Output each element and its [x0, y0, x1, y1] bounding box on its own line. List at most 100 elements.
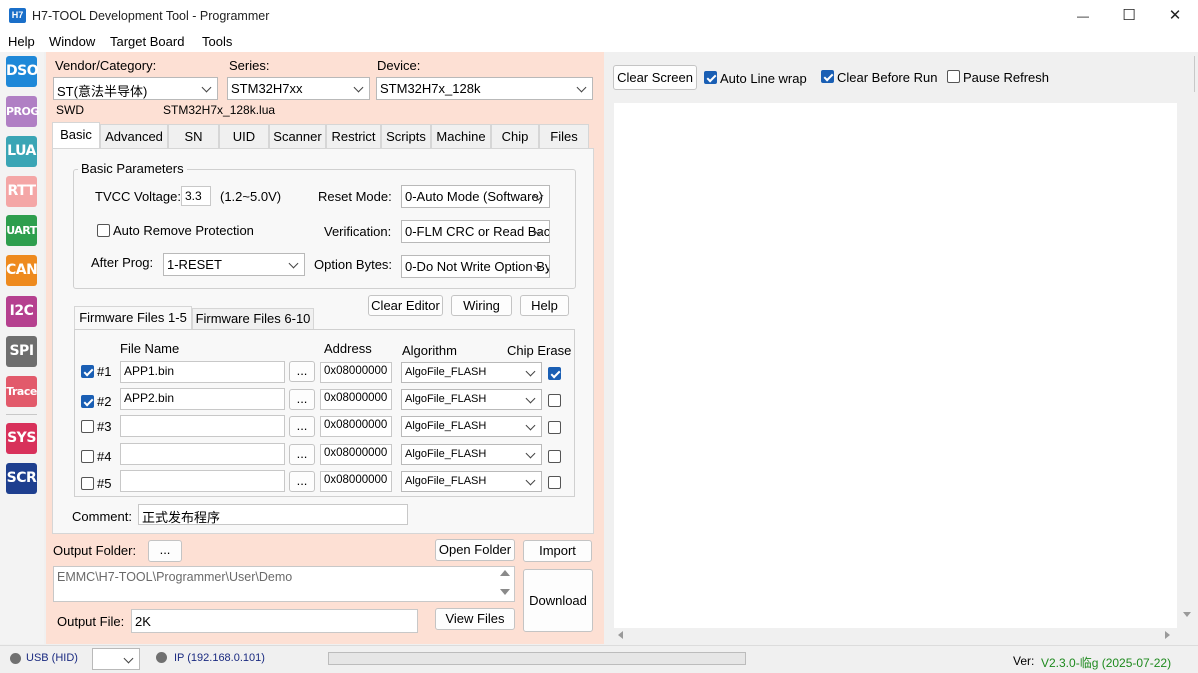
pause-refresh-checkbox[interactable]: [947, 70, 960, 83]
status-bar: USB (HID) IP (192.168.0.101) Ver: V2.3.0…: [0, 645, 1198, 673]
row-file-input[interactable]: [120, 415, 285, 437]
row-algorithm-select[interactable]: AlgoFile_FLASH: [401, 389, 542, 410]
wiring-button[interactable]: Wiring: [451, 295, 512, 316]
open-folder-button[interactable]: Open Folder: [435, 539, 515, 561]
vendor-select[interactable]: ST(意法半导体): [53, 77, 218, 100]
row-file-input[interactable]: [120, 470, 285, 492]
view-files-button[interactable]: View Files: [435, 608, 515, 630]
tab-basic[interactable]: Basic: [52, 122, 100, 149]
sidebar-trace[interactable]: Trace: [6, 376, 37, 407]
console-vertical-scrollbar[interactable]: [1180, 103, 1194, 628]
row-enable-checkbox[interactable]: [81, 420, 94, 433]
row-file-input[interactable]: [120, 443, 285, 465]
tab-advanced[interactable]: Advanced: [100, 124, 168, 149]
row-enable-checkbox[interactable]: [81, 395, 94, 408]
auto-remove-protection-label: Auto Remove Protection: [113, 223, 254, 238]
row-algorithm-select[interactable]: AlgoFile_FLASH: [401, 416, 542, 437]
scroll-down-icon[interactable]: [1183, 612, 1191, 617]
sidebar-sys[interactable]: SYS: [6, 423, 37, 454]
clear-screen-button[interactable]: Clear Screen: [613, 65, 697, 90]
row-address-input[interactable]: 0x08000000: [320, 416, 392, 437]
sidebar-lua[interactable]: LUA: [6, 136, 37, 167]
output-file-input[interactable]: 2K: [131, 609, 418, 633]
row-browse-button[interactable]: ...: [289, 444, 315, 465]
row-address-input[interactable]: 0x08000000: [320, 362, 392, 383]
tvcc-input[interactable]: 3.3: [181, 186, 211, 206]
tab-restrict[interactable]: Restrict: [326, 124, 381, 149]
scroll-down-icon[interactable]: [500, 589, 510, 595]
reset-mode-select[interactable]: 0-Auto Mode (Software): [401, 185, 550, 208]
row-address-input[interactable]: 0x08000000: [320, 471, 392, 492]
tab-files[interactable]: Files: [539, 124, 589, 149]
sidebar-dso[interactable]: DSO: [6, 56, 39, 87]
row-browse-button[interactable]: ...: [289, 416, 315, 437]
clear-before-run-checkbox[interactable]: [821, 70, 834, 83]
tab-uid[interactable]: UID: [219, 124, 269, 149]
row-browse-button[interactable]: ...: [289, 361, 315, 382]
sidebar-i2c[interactable]: I2C: [6, 296, 37, 327]
scroll-left-icon[interactable]: [618, 631, 623, 639]
output-folder-scrollbar[interactable]: [499, 568, 511, 600]
comment-input[interactable]: 正式发布程序: [138, 504, 408, 525]
output-folder-path[interactable]: EMMC\H7-TOOL\Programmer\User\Demo: [53, 566, 515, 602]
usb-port-select[interactable]: [92, 648, 140, 670]
comment-label: Comment:: [72, 509, 132, 524]
import-button[interactable]: Import: [523, 540, 592, 562]
subtab-firmware-6-10[interactable]: Firmware Files 6-10: [192, 308, 314, 330]
after-prog-select[interactable]: 1-RESET: [163, 253, 305, 276]
tab-scripts[interactable]: Scripts: [381, 124, 431, 149]
row-browse-button[interactable]: ...: [289, 471, 315, 492]
tab-sn[interactable]: SN: [168, 124, 219, 149]
menu-help[interactable]: Help: [8, 34, 35, 49]
row-chip-erase-checkbox[interactable]: [548, 476, 561, 489]
menu-target-board[interactable]: Target Board: [110, 34, 184, 49]
device-select[interactable]: STM32H7x_128k: [376, 77, 593, 100]
sidebar-scr[interactable]: SCR: [6, 463, 37, 494]
option-bytes-select[interactable]: 0-Do Not Write Option Bytes: [401, 255, 550, 278]
row-file-input[interactable]: APP1.bin: [120, 361, 285, 383]
after-prog-label: After Prog:: [91, 255, 154, 270]
console-output[interactable]: [614, 103, 1177, 628]
help-button[interactable]: Help: [520, 295, 569, 316]
row-chip-erase-checkbox[interactable]: [548, 450, 561, 463]
tab-scanner[interactable]: Scanner: [269, 124, 326, 149]
row-enable-checkbox[interactable]: [81, 365, 94, 378]
row-algorithm-select[interactable]: AlgoFile_FLASH: [401, 362, 542, 383]
row-browse-button[interactable]: ...: [289, 389, 315, 410]
series-select[interactable]: STM32H7xx: [227, 77, 370, 100]
menu-window[interactable]: Window: [49, 34, 95, 49]
row-id: #2: [97, 394, 112, 409]
row-enable-checkbox[interactable]: [81, 477, 94, 490]
subtab-firmware-1-5[interactable]: Firmware Files 1-5: [74, 306, 192, 330]
row-file-input[interactable]: APP2.bin: [120, 388, 285, 410]
row-chip-erase-checkbox[interactable]: [548, 367, 561, 380]
row-chip-erase-checkbox[interactable]: [548, 394, 561, 407]
row-address-input[interactable]: 0x08000000: [320, 389, 392, 410]
minimize-button[interactable]: —: [1060, 0, 1106, 32]
verification-select[interactable]: 0-FLM CRC or Read Back: [401, 220, 550, 243]
auto-remove-protection-checkbox[interactable]: [97, 224, 110, 237]
scroll-right-icon[interactable]: [1165, 631, 1170, 639]
sidebar-can[interactable]: CAN: [6, 255, 38, 286]
console-horizontal-scrollbar[interactable]: [614, 629, 1177, 641]
sidebar-rtt[interactable]: RTT: [6, 176, 37, 207]
row-algorithm-select[interactable]: AlgoFile_FLASH: [401, 444, 542, 465]
header-file-name: File Name: [120, 341, 180, 356]
clear-editor-button[interactable]: Clear Editor: [368, 295, 443, 316]
scroll-up-icon[interactable]: [500, 570, 510, 576]
row-address-input[interactable]: 0x08000000: [320, 444, 392, 465]
tab-machine[interactable]: Machine: [431, 124, 491, 149]
row-enable-checkbox[interactable]: [81, 450, 94, 463]
sidebar-spi[interactable]: SPI: [6, 336, 37, 367]
output-folder-browse-button[interactable]: ...: [148, 540, 182, 562]
menu-tools[interactable]: Tools: [202, 34, 232, 49]
tab-chip[interactable]: Chip: [491, 124, 539, 149]
row-chip-erase-checkbox[interactable]: [548, 421, 561, 434]
close-button[interactable]: ✕: [1152, 0, 1198, 32]
sidebar-prog[interactable]: PROG: [6, 96, 39, 127]
auto-line-wrap-checkbox[interactable]: [704, 71, 717, 84]
row-algorithm-select[interactable]: AlgoFile_FLASH: [401, 471, 542, 492]
maximize-button[interactable]: ☐: [1106, 0, 1152, 32]
sidebar-uart[interactable]: UART: [6, 215, 37, 246]
download-button[interactable]: Download: [523, 569, 593, 632]
